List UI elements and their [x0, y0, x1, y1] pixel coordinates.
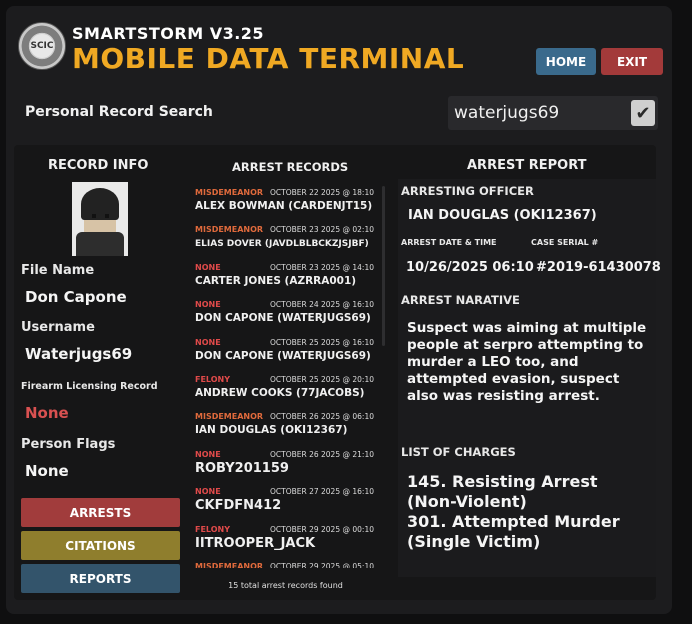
officer-label: ARRESTING OFFICER [401, 184, 534, 198]
arrests-button[interactable]: ARRESTS [21, 498, 180, 527]
record-type-badge: NONE [195, 262, 221, 272]
record-type-badge: NONE [195, 449, 221, 459]
username-label: Username [21, 320, 95, 335]
record-info-heading: RECORD INFO [48, 158, 149, 173]
record-name: CKFDFN412 [195, 498, 282, 514]
department-seal-icon: SCIC [18, 22, 66, 70]
search-submit-check-icon[interactable]: ✔ [631, 100, 655, 126]
record-type-badge: NONE [195, 337, 221, 347]
record-name: ANDREW COOKS (77JACOBS) [195, 386, 365, 399]
arrest-record-row[interactable]: MISDEMEANOR OCTOBER 22 2025 @ 18:10 ALEX B… [193, 186, 378, 223]
app-title: SMARTSTORM V3.25 [72, 24, 265, 43]
search-box [448, 96, 658, 130]
record-name: CARTER JONES (AZRRA001) [195, 274, 357, 287]
record-name: ROBY201159 [195, 460, 289, 476]
record-date: OCTOBER 22 2025 @ 18:10 [269, 188, 374, 197]
charges-label: LIST OF CHARGES [401, 445, 516, 459]
record-date: OCTOBER 24 2025 @ 16:10 [269, 300, 374, 310]
scrollbar[interactable] [382, 186, 385, 346]
record-name: IAN DOUGLAS (OKI12367) [195, 424, 348, 437]
record-type-badge: MISDEMEANOR [195, 561, 264, 568]
narrative-text: Suspect was aiming at multiple people at… [407, 320, 647, 404]
arrest-record-row[interactable]: NONE OCTOBER 26 2025 @ 21:10 ROBY201159 [193, 448, 378, 485]
arrest-record-row[interactable]: FELONY OCTOBER 29 2025 @ 00:10 IITROOPER_J… [193, 523, 378, 560]
search-input[interactable] [454, 100, 624, 126]
serial-value: #2019-61430078 [536, 260, 661, 275]
record-date: OCTOBER 27 2025 @ 16:10 [269, 487, 374, 497]
arrest-record-row[interactable]: MISDEMEANOR OCTOBER 26 2025 @ 06:10 IAN DO… [193, 410, 378, 447]
record-date: OCTOBER 25 2025 @ 16:10 [269, 337, 374, 347]
arrest-record-row[interactable]: MISDEMEANOR OCTOBER 23 2025 @ 02:10 ELIAS … [193, 223, 378, 260]
datetime-label: ARREST DATE & TIME [401, 238, 497, 247]
arrest-records-heading: ARREST RECORDS [232, 160, 349, 174]
arrest-record-row[interactable]: NONE OCTOBER 25 2025 @ 16:10 DON CAPONE (W… [193, 336, 378, 373]
record-type-badge: FELONY [195, 524, 231, 534]
record-name: ALEX BOWMAN (CARDENJT15) [195, 200, 373, 212]
record-name: ELIAS DOVER (JAVDLBLBCKZJSJBF) [195, 239, 369, 250]
charge-item: 145. Resisting Arrest (Non-Violent) [407, 472, 598, 511]
person-flags-label: Person Flags [21, 437, 116, 452]
arrest-records-list[interactable]: MISDEMEANOR OCTOBER 22 2025 @ 18:10 ALEX B… [193, 186, 378, 568]
officer-value: IAN DOUGLAS (OKI12367) [408, 208, 597, 223]
record-date: OCTOBER 23 2025 @ 14:10 [269, 262, 374, 272]
narrative-label: ARREST NARATIVE [401, 293, 520, 307]
record-type-badge: MISDEMEANOR [195, 412, 264, 422]
record-type-badge: NONE [195, 487, 221, 497]
arrest-report-heading: ARREST REPORT [467, 158, 587, 173]
record-date: OCTOBER 23 2025 @ 02:10 [269, 225, 374, 235]
file-name-label: File Name [21, 263, 95, 278]
arrest-record-row[interactable]: MISDEMEANOR OCTOBER 29 2025 @ 05:10 [193, 560, 378, 568]
record-name: IITROOPER_JACK [195, 535, 316, 551]
exit-button[interactable]: EXIT [601, 48, 663, 75]
record-date: OCTOBER 26 2025 @ 06:10 [269, 412, 374, 422]
record-date: OCTOBER 25 2025 @ 20:10 [269, 374, 374, 384]
charge-item: 301. Attempted Murder (Single Victim) [407, 512, 620, 551]
record-type-badge: MISDEMEANOR [195, 188, 264, 197]
arrest-record-row[interactable]: NONE OCTOBER 23 2025 @ 14:10 CARTER JONES … [193, 261, 378, 298]
firearm-label: Firearm Licensing Record [21, 381, 158, 392]
firearm-value: None [25, 404, 69, 422]
citations-button[interactable]: CITATIONS [21, 531, 180, 560]
datetime-value: 10/26/2025 06:10 [406, 260, 534, 275]
record-type-badge: NONE [195, 300, 221, 310]
reports-button[interactable]: REPORTS [21, 564, 180, 593]
arrest-records-count: 15 total arrest records found [228, 581, 343, 590]
arrest-record-row[interactable]: FELONY OCTOBER 25 2025 @ 20:10 ANDREW COOK… [193, 373, 378, 410]
record-type-badge: MISDEMEANOR [195, 225, 264, 235]
record-name: DON CAPONE (WATERJUGS69) [195, 312, 371, 325]
avatar [72, 182, 128, 256]
arrest-record-row[interactable]: NONE OCTOBER 27 2025 @ 16:10 CKFDFN412 [193, 485, 378, 522]
app-subtitle: MOBILE DATA TERMINAL [72, 42, 465, 75]
home-button[interactable]: HOME [536, 48, 596, 75]
serial-label: CASE SERIAL # [531, 238, 599, 247]
arrest-record-row[interactable]: NONE OCTOBER 24 2025 @ 16:10 DON CAPONE (W… [193, 298, 378, 335]
username-value: Waterjugs69 [25, 345, 133, 363]
file-name-value: Don Capone [25, 288, 127, 306]
seal-text: SCIC [30, 34, 54, 58]
record-date: OCTOBER 29 2025 @ 05:10 [269, 561, 374, 568]
record-date: OCTOBER 26 2025 @ 21:10 [269, 449, 374, 459]
record-name: DON CAPONE (WATERJUGS69) [195, 349, 371, 362]
search-label: Personal Record Search [25, 104, 213, 120]
record-type-badge: FELONY [195, 374, 231, 384]
person-flags-value: None [25, 462, 69, 480]
record-date: OCTOBER 29 2025 @ 00:10 [269, 524, 374, 534]
